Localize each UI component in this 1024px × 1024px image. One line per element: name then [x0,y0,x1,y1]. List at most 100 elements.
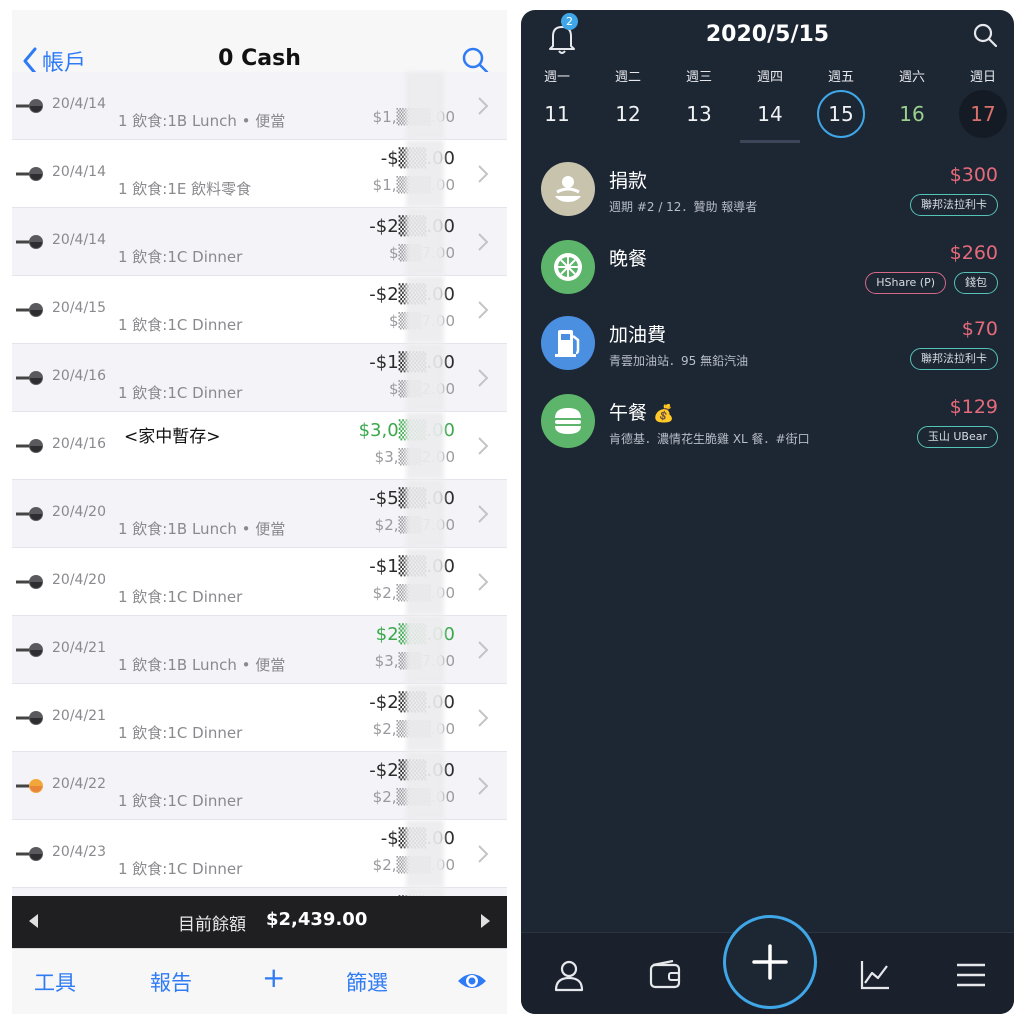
transaction-row[interactable]: 20/4/22 1 飲食:1C Dinner -$2▒▒.00 $2,▒▒▒.00 [12,752,507,820]
payment-tag[interactable]: HShare (P) [865,272,946,294]
transaction-date: 20/4/16 [52,436,106,452]
weekday-label: 週一 [543,70,570,85]
transaction-amount: -$2▒▒.00 [369,760,455,781]
entry-title: 捐款 [609,170,648,192]
transaction-date: 20/4/21 [52,708,106,724]
transaction-row[interactable]: 20/4/14 1 飲食:1C Dinner -$2▒▒.00 $▒▒7.00 [12,208,507,276]
filter-button[interactable]: 篩選 [346,967,388,997]
transaction-row[interactable]: 20/4/23 1 飲食:1C Dinner -$▒▒.00 $2,▒▒▒.00 [12,820,507,888]
transaction-date: 20/4/15 [52,300,106,316]
previous-arrow-icon[interactable] [26,912,40,930]
chevron-right-icon [478,301,489,319]
calendar-day[interactable]: 14 [746,90,794,138]
weekday-label: 週日 [969,70,996,85]
cash-flag-icon [16,439,43,453]
calendar-day[interactable]: 17 [959,90,1007,138]
plus-icon [752,944,788,980]
calendar-day[interactable]: 15 [817,90,865,138]
calendar-day[interactable]: 16 [888,90,936,138]
entry-subtitle: 週期 #2 / 12．贊助 報導者 [609,200,758,214]
transaction-date: 20/4/14 [52,96,106,112]
transaction-running-balance: $1,▒▒▒.00 [372,108,455,126]
transaction-running-balance: $3,▒▒7.00 [374,652,455,670]
payment-tag[interactable]: 聯邦法拉利卡 [910,194,998,216]
donation-icon [541,162,595,216]
payment-tag[interactable]: 錢包 [954,272,998,294]
expense-entry[interactable]: 午餐 💰 肯德基．濃情花生脆雞 XL 餐．#街口 $129 玉山 UBear [521,394,1014,468]
entry-title: 加油費 [609,324,667,346]
transaction-row[interactable]: 20/4/20 1 飲食:1B Lunch • 便當 -$5▒▒.00 $2,▒▒7.… [12,480,507,548]
transaction-amount: -$1▒▒.00 [369,352,455,373]
transaction-date: 20/4/14 [52,164,106,180]
cash-flag-icon [16,643,43,657]
transaction-category: 1 飲食:1C Dinner [118,384,243,402]
transaction-running-balance: $1,▒▒▒.00 [372,176,455,194]
transaction-amount: -$2▒▒.00 [369,692,455,713]
account-ledger-panel: 帳戶 0 Cash 20/4/14 1 飲食:1B Lunch • 便當 $1,▒▒… [12,10,507,1014]
next-arrow-icon[interactable] [479,912,493,930]
transaction-amount: -$1▒▒.00 [369,556,455,577]
transaction-running-balance: $3,▒▒2.00 [374,448,455,466]
transaction-amount: -$▒▒.00 [380,828,455,849]
transaction-date: 20/4/21 [52,640,106,656]
payment-tag[interactable]: 玉山 UBear [916,426,998,448]
profile-icon[interactable] [551,957,587,993]
calendar-day[interactable]: 11 [533,90,581,138]
transaction-row[interactable]: 20/4/21 1 飲食:1B Lunch • 便當 $2▒▒.00 $3,▒▒7.0… [12,616,507,684]
chevron-right-icon [478,437,489,455]
current-balance-bar: 目前餘額 $2,439.00 [12,896,507,948]
reconciled-flag-icon [16,779,43,793]
calendar-day[interactable]: 12 [604,90,652,138]
transaction-row[interactable]: 20/4/20 1 飲食:1C Dinner -$1▒▒.00 $2,▒▒▒.00 [12,548,507,616]
cash-flag-icon [16,235,43,249]
money-bag-icon: 💰 [653,404,675,424]
cash-flag-icon [16,507,43,521]
transaction-category: 1 飲食:1C Dinner [118,248,243,266]
balance-value: $2,439.00 [266,909,368,930]
transaction-row[interactable]: 20/4/16 1 飲食:1C Dinner -$1▒▒.00 $▒▒2.00 [12,344,507,412]
transaction-row[interactable]: 20/4/16 <家中暫存> $3,0▒▒.00 $3,▒▒2.00 [12,412,507,480]
cash-flag-icon [16,711,43,725]
tools-button[interactable]: 工具 [34,967,76,997]
transaction-running-balance: $2,▒▒▒.00 [372,856,455,874]
transaction-row[interactable]: 20/4/14 1 飲食:1E 飲料零食 -$▒▒.00 $1,▒▒▒.00 [12,140,507,208]
daily-expense-panel: 2 2020/5/15 週一 11 週二 12 週三 13 週四 14 週五 15 週六 16 週日 17… [521,10,1014,1014]
transaction-running-balance: $▒▒2.00 [388,380,455,398]
payment-tag[interactable]: 聯邦法拉利卡 [910,348,998,370]
date-title[interactable]: 2020/5/15 [521,22,1014,47]
wallet-icon[interactable] [647,957,683,993]
weekday-label: 週四 [756,70,783,85]
day-underline [740,140,800,143]
add-transaction-button[interactable]: + [262,961,285,994]
page-title: 0 Cash [218,46,301,71]
calendar-day[interactable]: 13 [675,90,723,138]
transaction-running-balance: $2,▒▒▒.00 [372,584,455,602]
expense-entry[interactable]: 晚餐 $260 錢包 HShare (P) [521,240,1014,314]
chart-icon[interactable] [857,957,893,993]
transaction-row[interactable]: 20/4/15 1 飲食:1C Dinner -$2▒▒.00 $▒▒7.00 [12,276,507,344]
transaction-amount: -$2▒▒.00 [369,284,455,305]
entry-amount: $129 [949,396,998,418]
report-button[interactable]: 報告 [150,967,192,997]
entry-subtitle: 青雲加油站．95 無鉛汽油 [609,354,749,368]
entry-title: 晚餐 [609,248,648,270]
expense-entry[interactable]: 加油費青雲加油站．95 無鉛汽油 $70 聯邦法拉利卡 [521,316,1014,390]
add-entry-button[interactable] [723,915,817,1009]
bottom-tab-bar [521,915,1014,1014]
transaction-row[interactable]: 20/4/14 1 飲食:1B Lunch • 便當 $1,▒▒▒.00 [12,72,507,140]
entry-amount: $70 [961,318,998,340]
chevron-right-icon [478,845,489,863]
cash-flag-icon [16,371,43,385]
entry-title: 午餐 💰 [609,402,675,424]
chevron-right-icon [478,369,489,387]
expense-entry[interactable]: 捐款 週期 #2 / 12．贊助 報導者 $300 聯邦法拉利卡 [521,162,1014,236]
eye-icon[interactable] [456,969,488,993]
search-icon[interactable] [972,22,998,48]
weekday-label: 週六 [898,70,925,85]
transaction-date: 20/4/20 [52,504,106,520]
search-icon[interactable] [461,46,489,74]
balance-label: 目前餘額 [178,915,246,935]
cash-flag-icon [16,847,43,861]
menu-icon[interactable] [953,957,989,993]
transaction-row[interactable]: 20/4/21 1 飲食:1C Dinner -$2▒▒.00 $2,▒▒▒.00 [12,684,507,752]
